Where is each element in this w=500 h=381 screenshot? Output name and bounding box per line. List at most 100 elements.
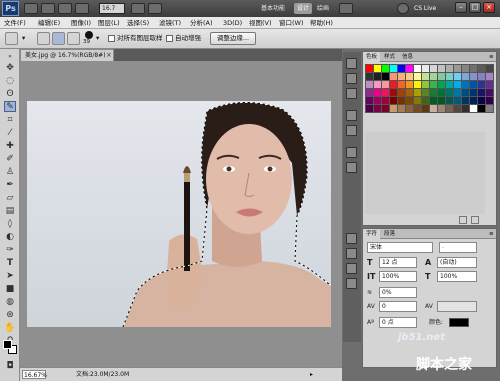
kerning-field[interactable]: 0 <box>379 301 417 312</box>
photo-canvas[interactable] <box>27 101 331 327</box>
cs-live-icon[interactable] <box>397 3 409 14</box>
tab-styles[interactable]: 样式 <box>381 52 398 62</box>
minimize-button[interactable]: – <box>455 2 467 13</box>
clone-source-panel-icon[interactable] <box>346 278 357 289</box>
brush-tool-icon[interactable]: ✐ <box>4 154 16 165</box>
tab-paragraph[interactable]: 段落 <box>381 229 398 239</box>
menu-window[interactable]: 窗口(W) <box>279 17 304 29</box>
hand-view-icon[interactable] <box>58 3 72 14</box>
blur-tool-icon[interactable]: ◊ <box>4 219 16 230</box>
delete-swatch-icon[interactable] <box>471 216 479 224</box>
menu-3d[interactable]: 3D(D) <box>223 17 242 29</box>
subtract-selection-icon[interactable] <box>67 32 80 45</box>
crop-tool-icon[interactable]: ⌗ <box>4 115 16 126</box>
workspace-design[interactable]: 设计 <box>294 3 313 14</box>
dodge-tool-icon[interactable]: ◐ <box>4 232 16 243</box>
menu-view[interactable]: 视图(V) <box>249 17 272 29</box>
eraser-tool-icon[interactable]: ▱ <box>4 193 16 204</box>
tools-collapse-icon[interactable]: » <box>4 51 16 62</box>
healing-brush-tool-icon[interactable]: ✚ <box>4 141 16 152</box>
type-tool-icon[interactable]: T <box>4 258 16 269</box>
tracking-field[interactable]: 0% <box>379 287 417 298</box>
font-family-select[interactable]: 宋体 <box>367 242 433 253</box>
text-color-swatch[interactable] <box>449 318 469 327</box>
masks-panel-icon[interactable] <box>346 162 357 173</box>
gradient-tool-icon[interactable]: ▤ <box>4 206 16 217</box>
lasso-tool-icon[interactable]: ʘ <box>4 89 16 100</box>
menu-help[interactable]: 帮助(H) <box>310 17 333 29</box>
path-selection-tool-icon[interactable]: ➤ <box>4 271 16 282</box>
bridge-icon[interactable] <box>24 3 38 14</box>
tab-character[interactable]: 字符 <box>363 229 381 239</box>
menu-filter[interactable]: 滤镜(T) <box>159 17 181 29</box>
hand-tool-icon[interactable]: ✋ <box>4 323 16 334</box>
cs-live-label[interactable]: CS Live <box>414 3 436 14</box>
tab-info[interactable]: 信息 <box>399 52 416 62</box>
mini-bridge-icon[interactable] <box>41 3 55 14</box>
arrange-documents-icon[interactable] <box>131 3 145 14</box>
color-swatch[interactable] <box>485 104 494 113</box>
baseline-shift-field[interactable]: 0 点 <box>379 317 417 328</box>
char-panel-menu-icon[interactable]: ≡ <box>486 229 497 239</box>
portrait-photo <box>122 101 331 327</box>
menu-edit[interactable]: 编辑(E) <box>38 17 60 29</box>
document-tab[interactable]: 美女.jpg @ 16.7%(RGB/8#) <box>20 49 114 61</box>
pen-tool-icon[interactable]: ✑ <box>4 245 16 256</box>
new-swatch-icon[interactable] <box>459 216 467 224</box>
paragraph-panel-icon[interactable] <box>346 248 357 259</box>
marquee-tool-icon[interactable]: ◌ <box>4 76 16 87</box>
paths-panel-icon[interactable] <box>346 88 357 99</box>
history-brush-tool-icon[interactable]: ✒ <box>4 180 16 191</box>
eyedropper-tool-icon[interactable]: ⁄ <box>4 128 16 139</box>
3d-orbit-tool-icon[interactable]: ⊛ <box>4 310 16 321</box>
tab-swatches[interactable]: 色板 <box>363 52 381 62</box>
channels-panel-icon[interactable] <box>346 73 357 84</box>
menu-image[interactable]: 图像(I) <box>71 17 91 29</box>
auto-enhance-checkbox[interactable] <box>166 35 173 42</box>
preset-dropdown-arrow[interactable]: ▾ <box>22 32 25 45</box>
screen-mode-icon[interactable] <box>148 3 162 14</box>
shape-tool-icon[interactable]: ■ <box>4 284 16 295</box>
status-zoom-field[interactable]: 16.67% <box>22 370 47 379</box>
adjustments-panel-icon[interactable] <box>346 147 357 158</box>
tool-preset-icon[interactable] <box>5 32 18 45</box>
tracking-select[interactable] <box>437 301 477 312</box>
vertical-scale-field[interactable]: 100% <box>379 271 417 282</box>
font-style-select[interactable]: - <box>439 242 477 253</box>
refine-edge-button[interactable]: 调整边缘... <box>210 32 256 45</box>
history-panel-icon[interactable] <box>346 110 357 121</box>
brush-preview-icon[interactable] <box>85 31 93 39</box>
horizontal-scale-field[interactable]: 100% <box>437 271 477 282</box>
font-size-select[interactable]: 12 点 <box>379 257 417 268</box>
new-selection-icon[interactable] <box>37 32 50 45</box>
brush-dropdown-arrow[interactable]: ▾ <box>96 32 99 45</box>
3d-rotate-tool-icon[interactable]: ◍ <box>4 297 16 308</box>
character-panel-icon[interactable] <box>346 233 357 244</box>
menu-layer[interactable]: 图层(L) <box>98 17 120 29</box>
move-tool-icon[interactable]: ✥ <box>4 63 16 74</box>
close-document-icon[interactable]: × <box>106 50 113 60</box>
menu-select[interactable]: 选择(S) <box>127 17 149 29</box>
leading-select[interactable]: (自动) <box>437 257 477 268</box>
close-window-button[interactable]: × <box>483 2 495 13</box>
menu-file[interactable]: 文件(F) <box>4 17 26 29</box>
quick-mask-icon[interactable]: ◘ <box>4 361 16 372</box>
add-to-selection-icon[interactable] <box>52 32 65 45</box>
brush-panel-icon[interactable] <box>346 263 357 274</box>
workspace-painting[interactable]: 绘画 <box>314 3 332 14</box>
workspace-essentials[interactable]: 基本功能 <box>258 3 288 14</box>
workspace-more-icon[interactable] <box>339 3 353 14</box>
maximize-button[interactable]: □ <box>469 2 481 13</box>
foreground-color-swatch[interactable] <box>3 340 12 349</box>
clone-stamp-tool-icon[interactable]: ♙ <box>4 167 16 178</box>
menu-analysis[interactable]: 分析(A) <box>190 17 213 29</box>
status-menu-arrow[interactable]: ▸ <box>310 370 320 379</box>
zoom-level-select[interactable]: 16.7 <box>99 3 125 14</box>
zoom-view-icon[interactable] <box>75 3 89 14</box>
panel-menu-icon[interactable]: ≡ <box>486 52 497 62</box>
sample-all-layers-checkbox[interactable] <box>108 35 115 42</box>
layers-panel-icon[interactable] <box>346 58 357 69</box>
quick-selection-tool-icon[interactable]: ✎ <box>4 101 16 112</box>
character-panel: 字符 段落 ≡ 宋体 - T 12 点 A (自动) IT 100% T 100… <box>362 228 497 368</box>
actions-panel-icon[interactable] <box>346 125 357 136</box>
